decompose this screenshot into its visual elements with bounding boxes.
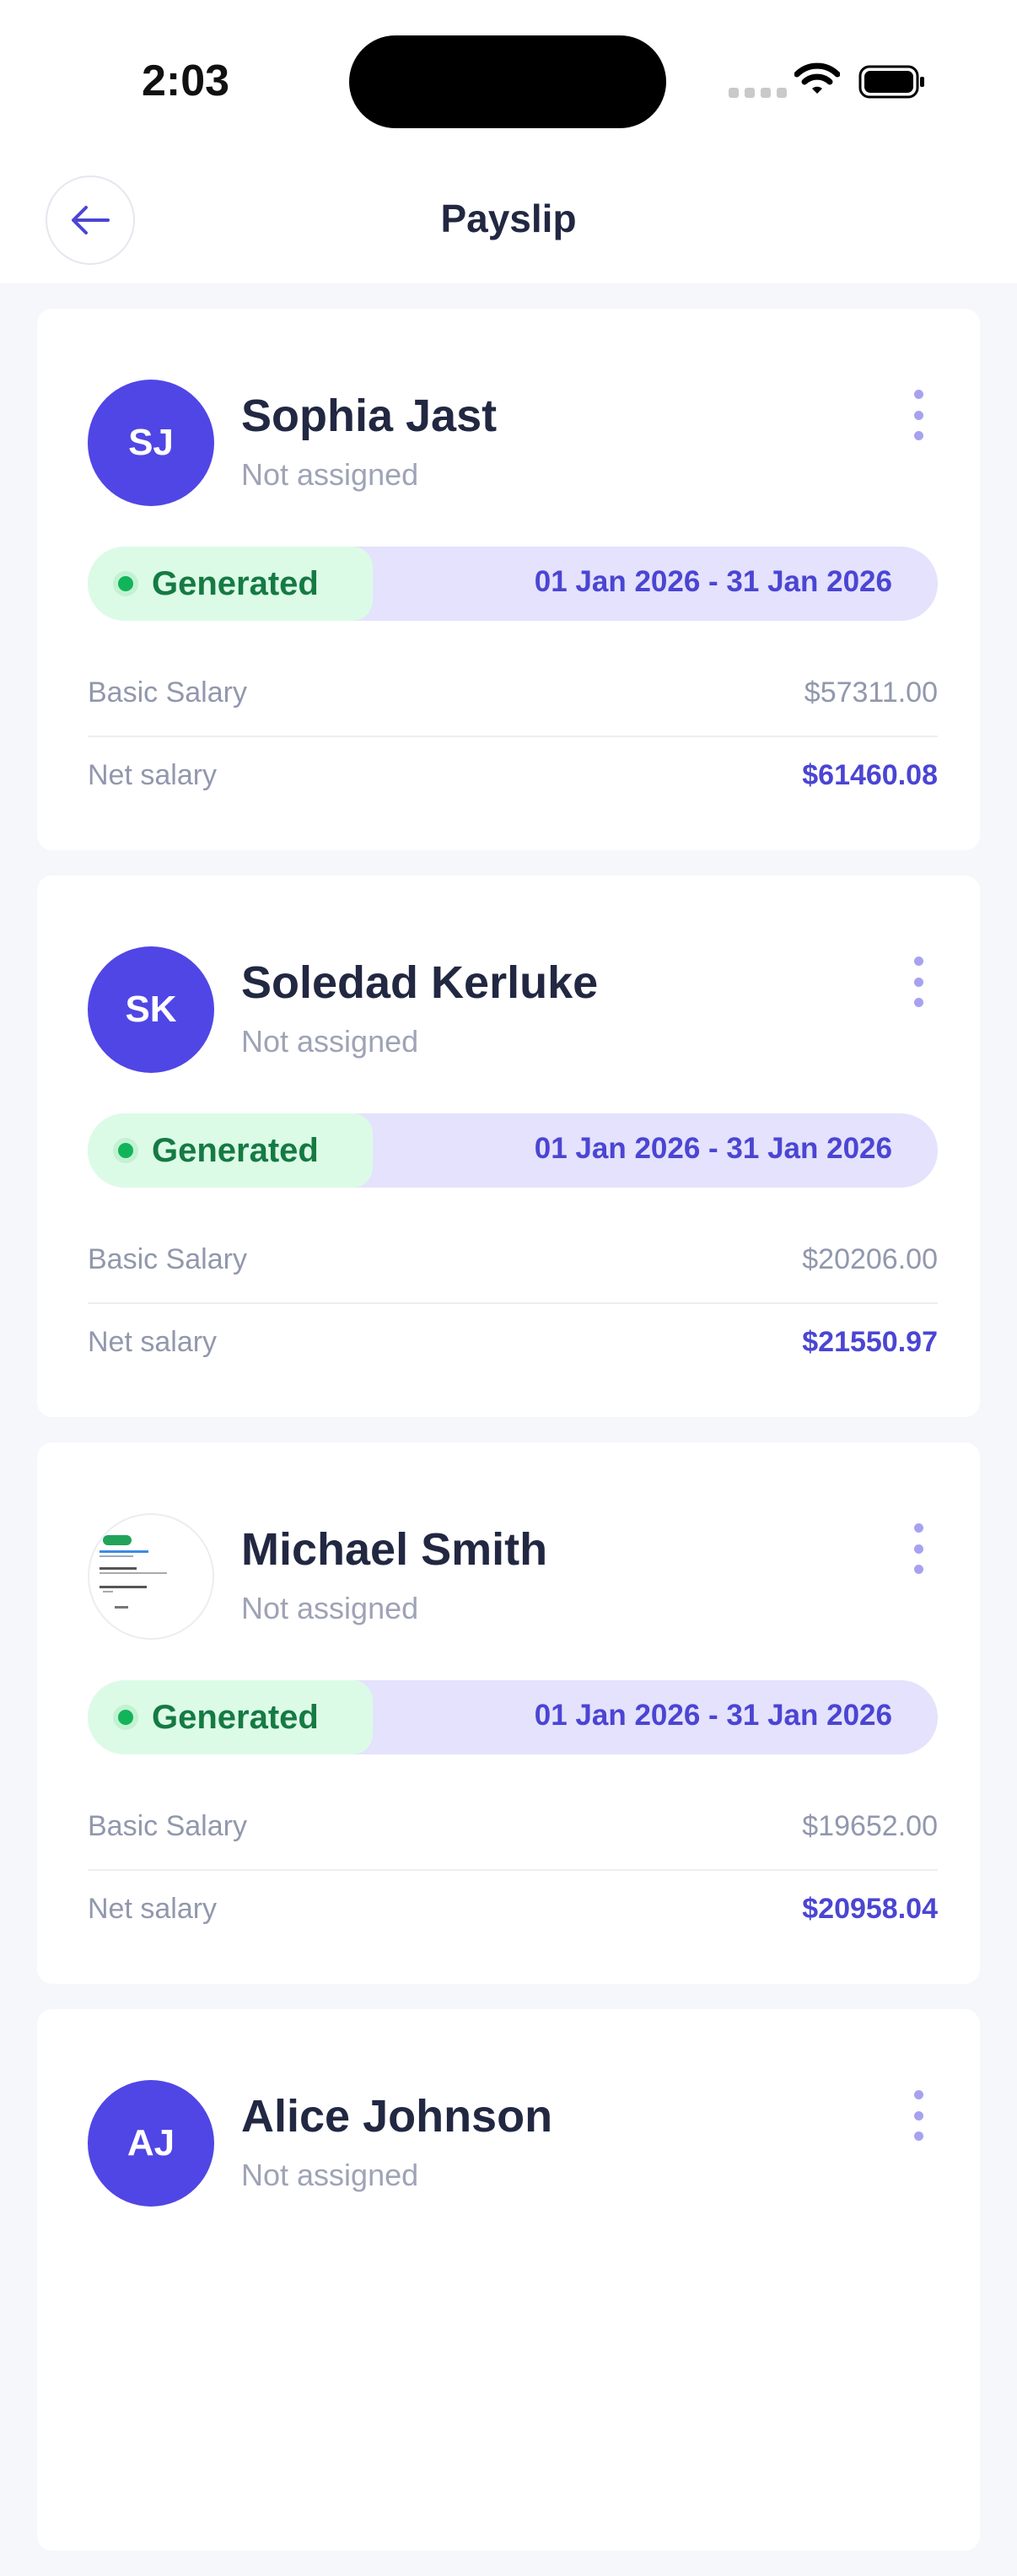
status-label: Generated [152, 1131, 319, 1169]
more-options-button[interactable] [906, 2090, 931, 2141]
payslip-card[interactable]: AJ Alice Johnson Not assigned [37, 2009, 980, 2551]
more-vertical-icon [913, 390, 923, 399]
cellular-signal-icon [729, 88, 787, 98]
app-header: Payslip [0, 152, 1017, 283]
payslip-card[interactable]: Michael Smith Not assigned Generated 01 … [37, 1442, 980, 1984]
payslip-card[interactable]: SJ Sophia Jast Not assigned Generated 01… [37, 309, 980, 850]
net-salary-value: $61460.08 [802, 759, 938, 791]
status-bar: 2:03 [0, 0, 1017, 152]
payslip-period-bar: Generated 01 Jan 2026 - 31 Jan 2026 [88, 547, 938, 621]
basic-salary-value: $19652.00 [802, 1810, 938, 1842]
basic-salary-label: Basic Salary [88, 1243, 247, 1275]
status-label: Generated [152, 1698, 319, 1736]
divider [88, 736, 938, 737]
employee-name: Sophia Jast [241, 391, 498, 441]
page-title: Payslip [440, 197, 577, 240]
basic-salary-label: Basic Salary [88, 676, 247, 709]
payslip-list: SJ Sophia Jast Not assigned Generated 01… [37, 309, 980, 2576]
employee-role: Not assigned [241, 1024, 419, 1059]
status-dot-icon [113, 1138, 138, 1163]
basic-salary-value: $20206.00 [802, 1243, 938, 1275]
employee-name: Soledad Kerluke [241, 957, 599, 1008]
payslip-period-bar: Generated 01 Jan 2026 - 31 Jan 2026 [88, 1680, 938, 1754]
employee-name: Michael Smith [241, 1524, 548, 1575]
status-dot-icon [113, 1705, 138, 1730]
dynamic-island [349, 35, 666, 128]
more-vertical-icon [913, 1523, 923, 1533]
status-time: 2:03 [142, 57, 230, 105]
battery-icon [858, 65, 924, 99]
avatar: AJ [88, 2080, 214, 2207]
status-label: Generated [152, 564, 319, 602]
more-options-button[interactable] [906, 957, 931, 1007]
avatar-photo [88, 1513, 214, 1640]
divider [88, 1302, 938, 1304]
divider [88, 1869, 938, 1871]
employee-role: Not assigned [241, 1591, 419, 1625]
more-options-button[interactable] [906, 1523, 931, 1574]
wifi-icon [794, 62, 840, 94]
employee-role: Not assigned [241, 457, 419, 492]
net-salary-label: Net salary [88, 759, 218, 791]
net-salary-value: $20958.04 [802, 1893, 938, 1925]
pay-period: 01 Jan 2026 - 31 Jan 2026 [534, 1132, 892, 1165]
status-badge: Generated [88, 1113, 373, 1188]
employee-name: Alice Johnson [241, 2091, 553, 2142]
payslip-card[interactable]: SK Soledad Kerluke Not assigned Generate… [37, 876, 980, 1417]
more-options-button[interactable] [906, 390, 931, 440]
avatar: SJ [88, 380, 214, 506]
employee-role: Not assigned [241, 2158, 419, 2192]
net-salary-value: $21550.97 [802, 1326, 938, 1358]
avatar: SK [88, 946, 214, 1073]
more-vertical-icon [913, 957, 923, 966]
net-salary-label: Net salary [88, 1326, 218, 1358]
status-badge: Generated [88, 1680, 373, 1754]
profile-image [100, 1535, 167, 1609]
pay-period: 01 Jan 2026 - 31 Jan 2026 [534, 1699, 892, 1732]
more-vertical-icon [913, 2090, 923, 2099]
net-salary-label: Net salary [88, 1893, 218, 1925]
status-dot-icon [113, 571, 138, 596]
pay-period: 01 Jan 2026 - 31 Jan 2026 [534, 565, 892, 598]
basic-salary-value: $57311.00 [804, 676, 938, 709]
payslip-period-bar: Generated 01 Jan 2026 - 31 Jan 2026 [88, 1113, 938, 1188]
basic-salary-label: Basic Salary [88, 1810, 247, 1842]
status-badge: Generated [88, 547, 373, 621]
